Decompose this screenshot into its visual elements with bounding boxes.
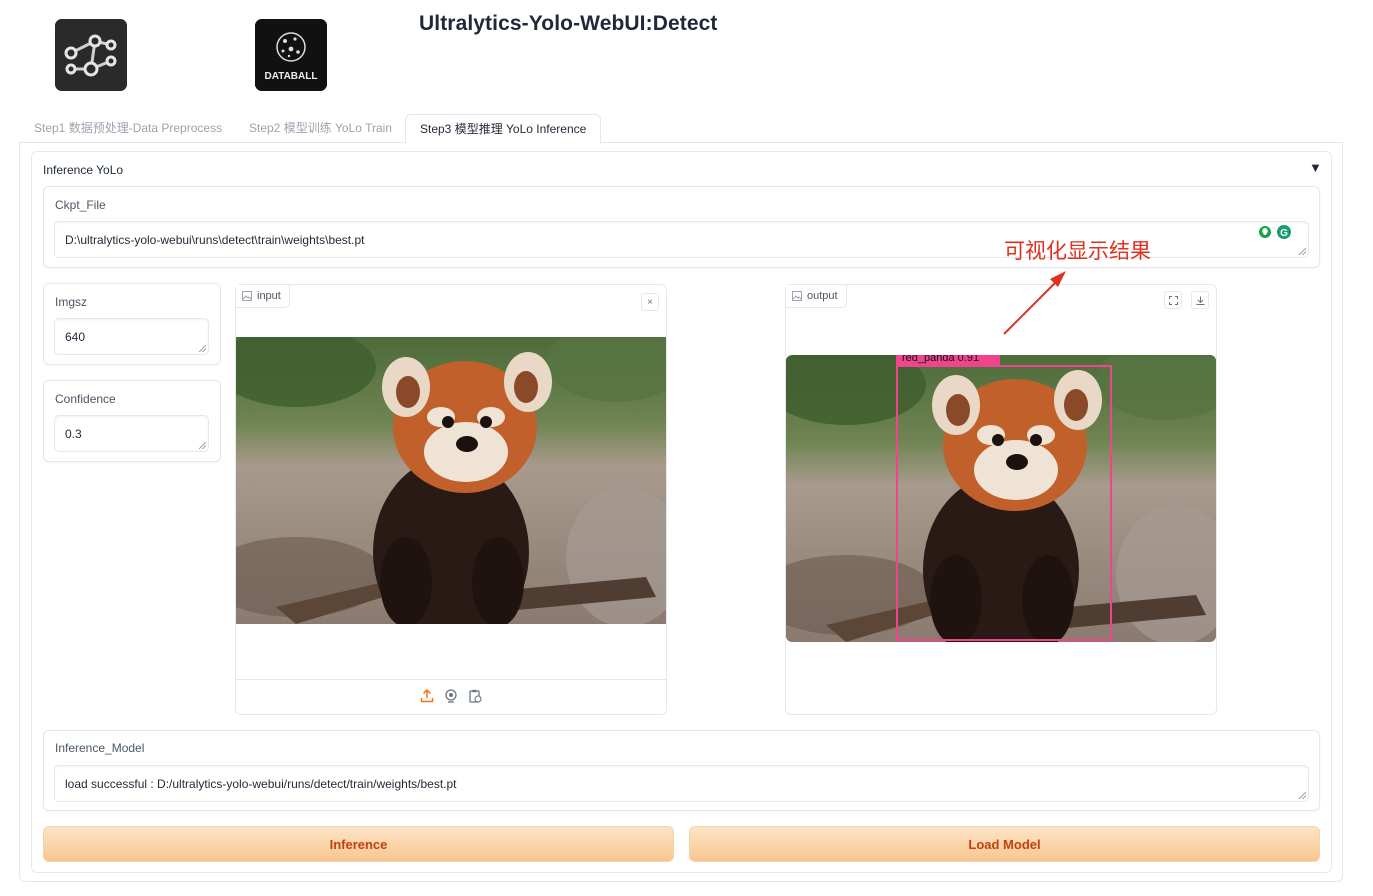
imgsz-label: Imgsz: [55, 295, 88, 309]
output-image-label: output: [786, 285, 847, 308]
input-toolbar-divider: [236, 679, 666, 680]
imgsz-input[interactable]: 640: [54, 318, 209, 355]
fullscreen-icon: [1168, 295, 1178, 305]
download-button[interactable]: [1191, 291, 1209, 309]
resize-handle-icon[interactable]: [199, 442, 206, 449]
upload-icon[interactable]: [420, 689, 434, 703]
app-logo-network: [55, 19, 127, 91]
resize-handle-icon[interactable]: [199, 345, 206, 352]
clipboard-icon[interactable]: [468, 689, 482, 703]
image-icon: [792, 291, 802, 301]
confidence-input[interactable]: 0.3: [54, 415, 209, 452]
imgsz-value: 640: [65, 329, 86, 344]
load-model-button[interactable]: Load Model: [689, 826, 1320, 862]
inference-model-label: Inference_Model: [55, 741, 145, 755]
input-red-panda-image: [236, 337, 666, 624]
svg-text:DATABALL: DATABALL: [265, 71, 318, 82]
annotation-arrow-icon: [1003, 271, 1066, 335]
detection-label: red_panda 0.91: [902, 355, 979, 364]
page-title: Ultralytics-Yolo-WebUI:Detect: [419, 12, 718, 35]
webcam-icon[interactable]: [444, 689, 458, 703]
download-icon: [1196, 296, 1204, 305]
tab-yolo-inference[interactable]: Step3 模型推理 YoLo Inference: [405, 114, 602, 144]
inference-button[interactable]: Inference: [43, 826, 674, 862]
output-red-panda-image: red_panda 0.91: [786, 355, 1216, 642]
confidence-value: 0.3: [65, 426, 82, 441]
close-icon: ×: [647, 296, 653, 308]
input-image-label: input: [236, 285, 290, 308]
input-image-panel[interactable]: input ×: [235, 284, 667, 715]
inference-model-value: load successful : D:/ultralytics-yolo-we…: [65, 776, 457, 791]
annotation-text: 可视化显示结果: [1004, 240, 1151, 263]
tab-data-preprocess[interactable]: Step1 数据预处理-Data Preprocess: [34, 114, 222, 142]
inference-model-output[interactable]: load successful : D:/ultralytics-yolo-we…: [54, 765, 1309, 802]
fullscreen-button[interactable]: [1164, 291, 1182, 309]
clear-image-button[interactable]: ×: [641, 293, 659, 311]
ckpt-file-label: Ckpt_File: [55, 198, 106, 212]
resize-handle-icon[interactable]: [1299, 248, 1306, 255]
databall-logo: DATABALL: [255, 19, 327, 91]
output-image-panel: output red_panda 0.91: [785, 284, 1217, 715]
svg-text:G: G: [1280, 228, 1288, 239]
tab-yolo-train[interactable]: Step2 模型训练 YoLo Train: [249, 114, 392, 142]
browser-extension-icons[interactable]: G: [1257, 225, 1293, 241]
collapse-arrow-icon[interactable]: ▼: [1309, 160, 1322, 175]
ckpt-file-value: D:\ultralytics-yolo-webui\runs\detect\tr…: [65, 232, 365, 247]
image-icon: [242, 291, 252, 301]
accordion-title[interactable]: Inference YoLo: [43, 163, 123, 177]
tab-bar: Step1 数据预处理-Data Preprocess Step2 模型训练 Y…: [20, 114, 1344, 144]
resize-handle-icon[interactable]: [1299, 792, 1306, 799]
confidence-label: Confidence: [55, 392, 116, 406]
